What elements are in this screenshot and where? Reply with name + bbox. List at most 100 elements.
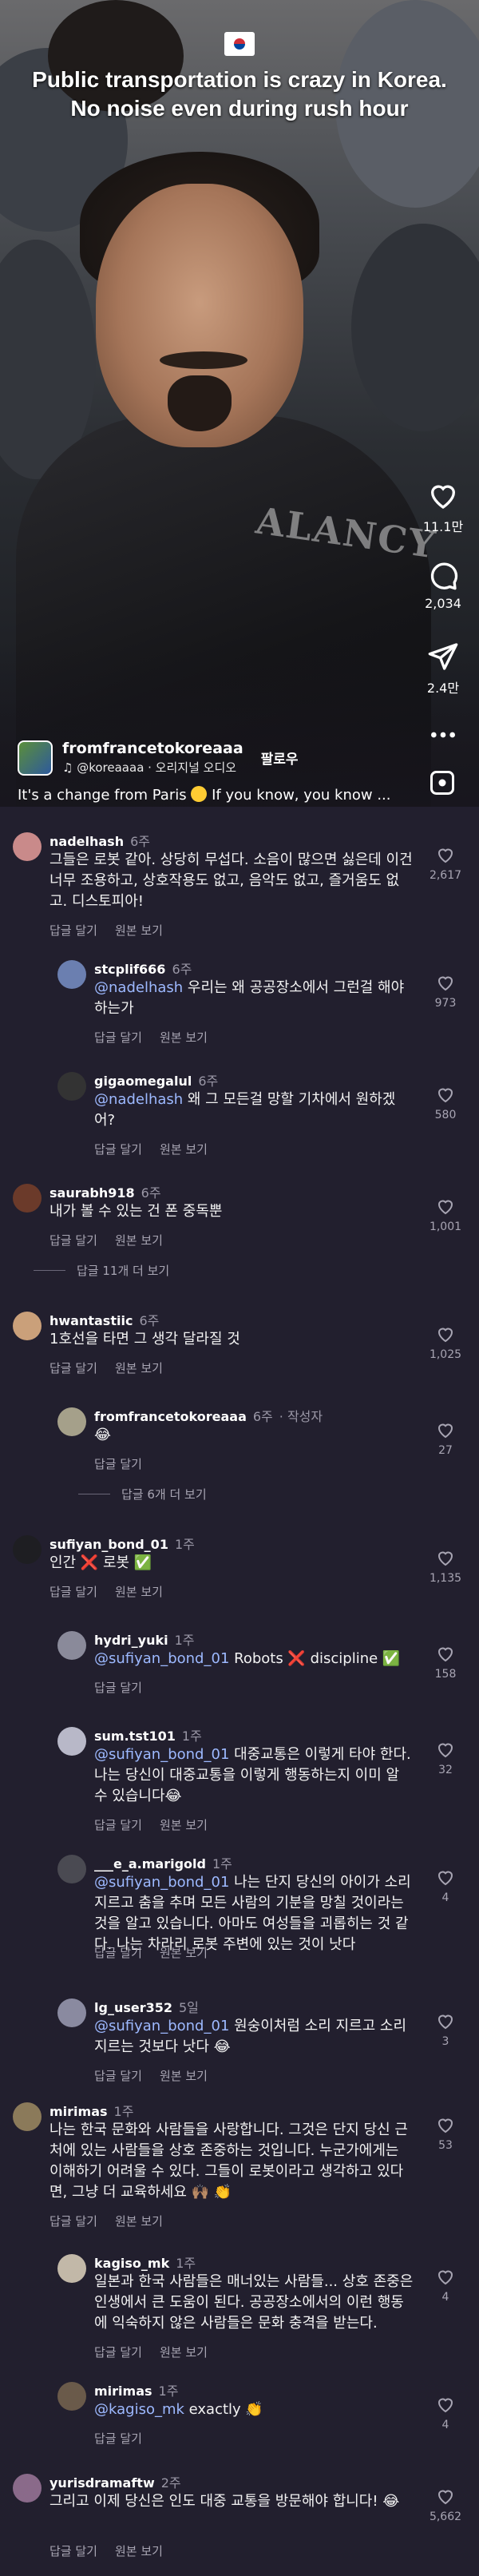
see-original-button[interactable]: 원본 보기 <box>160 1142 208 1157</box>
comment-like-button[interactable]: 1,135 <box>422 1548 469 1585</box>
reply-button[interactable]: 답글 달기 <box>94 2069 142 2083</box>
commenter-avatar[interactable] <box>13 1312 42 1340</box>
see-original-button[interactable]: 원본 보기 <box>160 1818 208 1832</box>
author-name[interactable]: fromfrancetokoreaaa <box>62 740 243 757</box>
comment-username[interactable]: stcplif666 6주 <box>94 959 192 978</box>
comment-time: 6주 <box>139 1313 160 1328</box>
see-original-button[interactable]: 원본 보기 <box>160 2069 208 2083</box>
author-avatar[interactable] <box>18 740 53 776</box>
comment-username[interactable]: sufiyan_bond_01 1주 <box>49 1534 195 1553</box>
comment-username[interactable]: lg_user352 5일 <box>94 1997 199 2016</box>
comment-like-button[interactable]: 1,001 <box>422 1197 469 1233</box>
reply-button[interactable]: 답글 달기 <box>94 2345 142 2360</box>
reply-button[interactable]: 답글 달기 <box>94 1030 142 1045</box>
author-badge: · 작성자 <box>279 1409 323 1424</box>
more-options-button[interactable] <box>415 719 471 751</box>
mention-link[interactable]: @sufiyan_bond_01 <box>94 1746 234 1763</box>
comment-like-button[interactable]: 53 <box>422 2115 469 2152</box>
commenter-avatar[interactable] <box>57 2382 86 2411</box>
commenter-avatar[interactable] <box>57 1855 86 1883</box>
reply-button[interactable]: 답글 달기 <box>49 2544 97 2558</box>
comment-username[interactable]: nadelhash 6주 <box>49 831 150 850</box>
comment-like-button[interactable]: 5,662 <box>422 2487 469 2523</box>
share-button[interactable]: 2.4만 <box>415 641 471 697</box>
comment-like-button[interactable]: 4 <box>422 1868 469 1904</box>
commenter-avatar[interactable] <box>57 960 86 989</box>
see-original-button[interactable]: 원본 보기 <box>115 923 163 938</box>
comment-username[interactable]: hwantastiic 6주 <box>49 1310 159 1329</box>
comment-like-button[interactable]: 27 <box>422 1420 469 1457</box>
comment-like-button[interactable]: 4 <box>422 2395 469 2431</box>
see-original-button[interactable]: 원본 보기 <box>115 2214 163 2229</box>
commenter-avatar[interactable] <box>57 1407 86 1436</box>
mention-link[interactable]: @kagiso_mk <box>94 2401 189 2418</box>
mention-link[interactable]: @nadelhash <box>94 979 188 996</box>
video-caption[interactable]: It's a change from Paris If you know, yo… <box>18 786 391 804</box>
comment-username[interactable]: hydri_yuki 1주 <box>94 1629 195 1649</box>
like-button[interactable]: 11.1만 <box>415 479 471 535</box>
comment-like-button[interactable]: 3 <box>422 2011 469 2048</box>
reply-button[interactable]: 답글 달기 <box>49 1585 97 1599</box>
comment-like-button[interactable]: 4 <box>422 2267 469 2304</box>
see-original-button[interactable]: 원본 보기 <box>115 1585 163 1599</box>
comment-like-button[interactable]: 580 <box>422 1085 469 1121</box>
mention-link[interactable]: @nadelhash <box>94 1091 188 1108</box>
commenter-avatar[interactable] <box>57 1072 86 1101</box>
commenter-avatar[interactable] <box>13 1535 42 1564</box>
reply-button[interactable]: 답글 달기 <box>94 1681 142 1695</box>
reply-button[interactable]: 답글 달기 <box>49 923 97 938</box>
comment-like-button[interactable]: 973 <box>422 973 469 1010</box>
comment-time: 2주 <box>160 2475 181 2491</box>
reply-button[interactable]: 답글 달기 <box>94 2431 142 2446</box>
see-original-button[interactable]: 원본 보기 <box>115 1361 163 1375</box>
commenter-avatar[interactable] <box>13 2102 42 2131</box>
mention-link[interactable]: @sufiyan_bond_01 <box>94 1874 234 1891</box>
reply-button[interactable]: 답글 달기 <box>94 1946 142 1960</box>
comment-text: 그들은 로봇 같아. 상당히 무섭다. 소음이 많으면 싫은데 이건 너무 조용… <box>49 851 413 910</box>
commenter-avatar[interactable] <box>13 832 42 861</box>
reply-button[interactable]: 답글 달기 <box>49 1233 97 1248</box>
view-more-replies-button[interactable]: 답글 6개 더 보기 <box>78 1486 207 1502</box>
comment-like-button[interactable]: 32 <box>422 1740 469 1776</box>
comment-like-button[interactable]: 2,617 <box>422 845 469 882</box>
comment-username[interactable]: mirimas 1주 <box>49 2101 133 2120</box>
video-player[interactable]: ALANCY Public transportation is crazy in… <box>0 0 479 807</box>
comment-username[interactable]: fromfrancetokoreaaa 6주 · 작성자 <box>94 1406 323 1425</box>
comment-username[interactable]: ___e_a.marigold 1주 <box>94 1853 232 1872</box>
see-original-button[interactable]: 원본 보기 <box>160 1030 208 1045</box>
see-original-button[interactable]: 원본 보기 <box>160 1946 208 1960</box>
reply-button[interactable]: 답글 달기 <box>94 1142 142 1157</box>
reply-button[interactable]: 답글 달기 <box>49 1361 97 1375</box>
commenter-avatar[interactable] <box>57 2254 86 2283</box>
reply-button[interactable]: 답글 달기 <box>49 2214 97 2229</box>
commenter-avatar[interactable] <box>13 2474 42 2503</box>
heart-icon <box>437 1328 453 1343</box>
reply-button[interactable]: 답글 달기 <box>94 1818 142 1832</box>
audio-label[interactable]: ♫ @koreaaaa · 오리지널 오디오 <box>62 759 243 776</box>
commenter-avatar[interactable] <box>13 1184 42 1213</box>
comment-like-count: 1,001 <box>429 1221 462 1233</box>
comment-username[interactable]: mirimas 1주 <box>94 2380 178 2399</box>
comment-like-button[interactable]: 158 <box>422 1644 469 1681</box>
comment-username[interactable]: kagiso_mk 1주 <box>94 2253 196 2272</box>
follow-button[interactable]: 팔로우 <box>261 748 299 768</box>
see-original-button[interactable]: 원본 보기 <box>115 2544 163 2558</box>
comment-username[interactable]: saurabh918 6주 <box>49 1182 161 1201</box>
mention-link[interactable]: @sufiyan_bond_01 <box>94 1650 234 1667</box>
see-original-button[interactable]: 원본 보기 <box>160 2345 208 2360</box>
audio-remix-icon[interactable] <box>428 768 457 797</box>
commenter-avatar[interactable] <box>57 1727 86 1756</box>
comment-actions: 답글 달기 <box>94 1679 142 1696</box>
reply-button[interactable]: 답글 달기 <box>94 1457 142 1471</box>
comment-username[interactable]: yurisdramaftw 2주 <box>49 2472 181 2491</box>
comment-username[interactable]: sum.tst101 1주 <box>94 1725 202 1744</box>
comment-button[interactable]: 2,034 <box>415 559 471 611</box>
comment-like-button[interactable]: 1,025 <box>422 1324 469 1361</box>
commenter-avatar[interactable] <box>57 1631 86 1660</box>
see-original-button[interactable]: 원본 보기 <box>115 1233 163 1248</box>
background-person <box>351 224 479 431</box>
view-more-replies-button[interactable]: 답글 11개 더 보기 <box>34 1262 169 1279</box>
mention-link[interactable]: @sufiyan_bond_01 <box>94 2018 234 2034</box>
commenter-avatar[interactable] <box>57 1998 86 2027</box>
comment-username[interactable]: gigaomegalul 6주 <box>94 1070 218 1090</box>
